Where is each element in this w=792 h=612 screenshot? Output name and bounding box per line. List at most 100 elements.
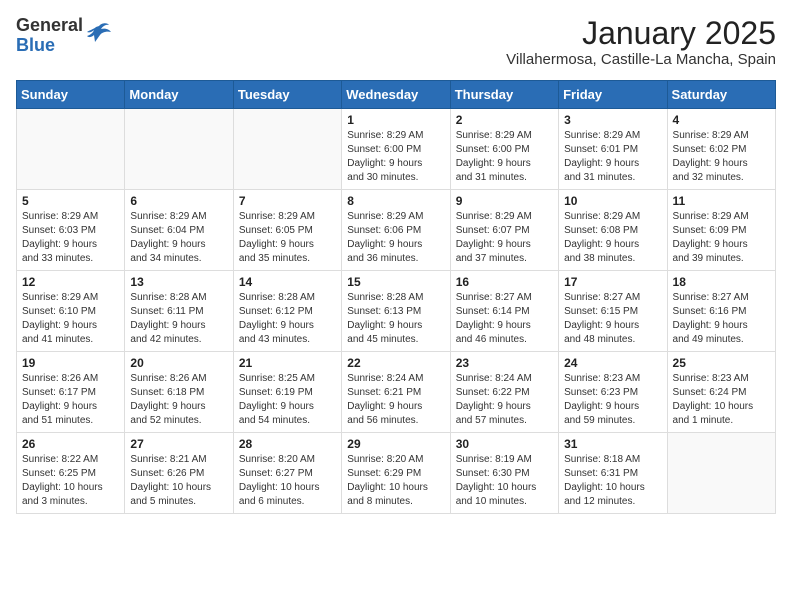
day-info: Sunrise: 8:27 AM Sunset: 6:16 PM Dayligh… [673,291,770,347]
day-number: 2 [456,113,553,127]
day-number: 8 [347,194,444,208]
calendar-day-15: 15 Sunrise: 8:28 AM Sunset: 6:13 PM Dayli… [342,271,450,352]
calendar-week-5: 26 Sunrise: 8:22 AM Sunset: 6:25 PM Dayli… [17,433,776,514]
calendar-day-20: 20 Sunrise: 8:26 AM Sunset: 6:18 PM Dayli… [125,352,233,433]
day-info: Sunrise: 8:29 AM Sunset: 6:09 PM Dayligh… [673,210,770,266]
day-info: Sunrise: 8:20 AM Sunset: 6:29 PM Dayligh… [347,453,444,509]
col-header-saturday: Saturday [667,81,775,109]
col-header-tuesday: Tuesday [233,81,341,109]
day-info: Sunrise: 8:29 AM Sunset: 6:00 PM Dayligh… [347,129,444,185]
day-number: 7 [239,194,336,208]
day-info: Sunrise: 8:29 AM Sunset: 6:07 PM Dayligh… [456,210,553,266]
calendar-day-11: 11 Sunrise: 8:29 AM Sunset: 6:09 PM Dayli… [667,190,775,271]
day-number: 30 [456,437,553,451]
calendar-week-3: 12Sunrise: 8:29 AM Sunset: 6:10 PM Dayli… [17,271,776,352]
calendar-day-16: 16Sunrise: 8:27 AM Sunset: 6:14 PM Dayli… [450,271,558,352]
empty-cell [667,433,775,514]
calendar-day-3: 3 Sunrise: 8:29 AM Sunset: 6:01 PM Daylig… [559,109,667,190]
day-number: 14 [239,275,336,289]
calendar-day-25: 25 Sunrise: 8:23 AM Sunset: 6:24 PM Dayli… [667,352,775,433]
empty-cell [17,109,125,190]
calendar-day-13: 13 Sunrise: 8:28 AM Sunset: 6:11 PM Dayli… [125,271,233,352]
day-info: Sunrise: 8:18 AM Sunset: 6:31 PM Dayligh… [564,453,661,509]
calendar-day-10: 10Sunrise: 8:29 AM Sunset: 6:08 PM Dayli… [559,190,667,271]
day-number: 26 [22,437,119,451]
calendar-day-17: 17Sunrise: 8:27 AM Sunset: 6:15 PM Dayli… [559,271,667,352]
day-info: Sunrise: 8:28 AM Sunset: 6:13 PM Dayligh… [347,291,444,347]
day-info: Sunrise: 8:26 AM Sunset: 6:18 PM Dayligh… [130,372,227,428]
day-info: Sunrise: 8:29 AM Sunset: 6:04 PM Dayligh… [130,210,227,266]
day-info: Sunrise: 8:24 AM Sunset: 6:21 PM Dayligh… [347,372,444,428]
day-info: Sunrise: 8:26 AM Sunset: 6:17 PM Dayligh… [22,372,119,428]
day-number: 29 [347,437,444,451]
calendar-day-18: 18 Sunrise: 8:27 AM Sunset: 6:16 PM Dayli… [667,271,775,352]
day-number: 11 [673,194,770,208]
day-info: Sunrise: 8:19 AM Sunset: 6:30 PM Dayligh… [456,453,553,509]
day-number: 3 [564,113,661,127]
day-number: 18 [673,275,770,289]
calendar-header-row: SundayMondayTuesdayWednesdayThursdayFrid… [17,81,776,109]
day-number: 10 [564,194,661,208]
day-number: 24 [564,356,661,370]
day-number: 9 [456,194,553,208]
day-info: Sunrise: 8:29 AM Sunset: 6:05 PM Dayligh… [239,210,336,266]
calendar-day-29: 29 Sunrise: 8:20 AM Sunset: 6:29 PM Dayli… [342,433,450,514]
calendar-table: SundayMondayTuesdayWednesdayThursdayFrid… [16,80,776,514]
logo-blue: Blue [16,36,83,56]
day-info: Sunrise: 8:29 AM Sunset: 6:03 PM Dayligh… [22,210,119,266]
calendar-day-24: 24Sunrise: 8:23 AM Sunset: 6:23 PM Dayli… [559,352,667,433]
day-number: 13 [130,275,227,289]
calendar-day-27: 27 Sunrise: 8:21 AM Sunset: 6:26 PM Dayli… [125,433,233,514]
calendar-week-1: 1Sunrise: 8:29 AM Sunset: 6:00 PM Daylig… [17,109,776,190]
title-area: January 2025 Villahermosa, Castille-La M… [506,16,776,68]
day-info: Sunrise: 8:28 AM Sunset: 6:11 PM Dayligh… [130,291,227,347]
page-header: General Blue January 2025 Villahermosa, … [16,16,776,68]
calendar-day-8: 8 Sunrise: 8:29 AM Sunset: 6:06 PM Daylig… [342,190,450,271]
day-number: 25 [673,356,770,370]
calendar-day-14: 14 Sunrise: 8:28 AM Sunset: 6:12 PM Dayli… [233,271,341,352]
calendar-week-4: 19 Sunrise: 8:26 AM Sunset: 6:17 PM Dayli… [17,352,776,433]
calendar-day-1: 1Sunrise: 8:29 AM Sunset: 6:00 PM Daylig… [342,109,450,190]
calendar-day-30: 30 Sunrise: 8:19 AM Sunset: 6:30 PM Dayli… [450,433,558,514]
day-info: Sunrise: 8:29 AM Sunset: 6:06 PM Dayligh… [347,210,444,266]
calendar-day-7: 7 Sunrise: 8:29 AM Sunset: 6:05 PM Daylig… [233,190,341,271]
day-number: 15 [347,275,444,289]
calendar-day-6: 6 Sunrise: 8:29 AM Sunset: 6:04 PM Daylig… [125,190,233,271]
day-info: Sunrise: 8:21 AM Sunset: 6:26 PM Dayligh… [130,453,227,509]
day-info: Sunrise: 8:25 AM Sunset: 6:19 PM Dayligh… [239,372,336,428]
logo: General Blue [16,16,113,56]
calendar-day-28: 28 Sunrise: 8:20 AM Sunset: 6:27 PM Dayli… [233,433,341,514]
day-info: Sunrise: 8:24 AM Sunset: 6:22 PM Dayligh… [456,372,553,428]
day-info: Sunrise: 8:22 AM Sunset: 6:25 PM Dayligh… [22,453,119,509]
calendar-day-9: 9 Sunrise: 8:29 AM Sunset: 6:07 PM Daylig… [450,190,558,271]
day-info: Sunrise: 8:29 AM Sunset: 6:10 PM Dayligh… [22,291,119,347]
day-number: 20 [130,356,227,370]
day-info: Sunrise: 8:29 AM Sunset: 6:00 PM Dayligh… [456,129,553,185]
calendar-week-2: 5 Sunrise: 8:29 AM Sunset: 6:03 PM Daylig… [17,190,776,271]
day-number: 19 [22,356,119,370]
col-header-monday: Monday [125,81,233,109]
day-number: 31 [564,437,661,451]
logo-general: General [16,16,83,36]
col-header-sunday: Sunday [17,81,125,109]
empty-cell [125,109,233,190]
day-number: 5 [22,194,119,208]
day-info: Sunrise: 8:29 AM Sunset: 6:02 PM Dayligh… [673,129,770,185]
month-title: January 2025 [506,16,776,51]
day-info: Sunrise: 8:23 AM Sunset: 6:24 PM Dayligh… [673,372,770,428]
day-number: 28 [239,437,336,451]
calendar-day-21: 21Sunrise: 8:25 AM Sunset: 6:19 PM Dayli… [233,352,341,433]
col-header-friday: Friday [559,81,667,109]
day-info: Sunrise: 8:28 AM Sunset: 6:12 PM Dayligh… [239,291,336,347]
calendar-day-22: 22Sunrise: 8:24 AM Sunset: 6:21 PM Dayli… [342,352,450,433]
day-info: Sunrise: 8:20 AM Sunset: 6:27 PM Dayligh… [239,453,336,509]
day-number: 6 [130,194,227,208]
calendar-day-4: 4Sunrise: 8:29 AM Sunset: 6:02 PM Daylig… [667,109,775,190]
day-info: Sunrise: 8:29 AM Sunset: 6:01 PM Dayligh… [564,129,661,185]
calendar-day-5: 5 Sunrise: 8:29 AM Sunset: 6:03 PM Daylig… [17,190,125,271]
calendar-day-26: 26 Sunrise: 8:22 AM Sunset: 6:25 PM Dayli… [17,433,125,514]
day-number: 27 [130,437,227,451]
location-subtitle: Villahermosa, Castille-La Mancha, Spain [506,51,776,68]
calendar-day-23: 23Sunrise: 8:24 AM Sunset: 6:22 PM Dayli… [450,352,558,433]
day-number: 16 [456,275,553,289]
